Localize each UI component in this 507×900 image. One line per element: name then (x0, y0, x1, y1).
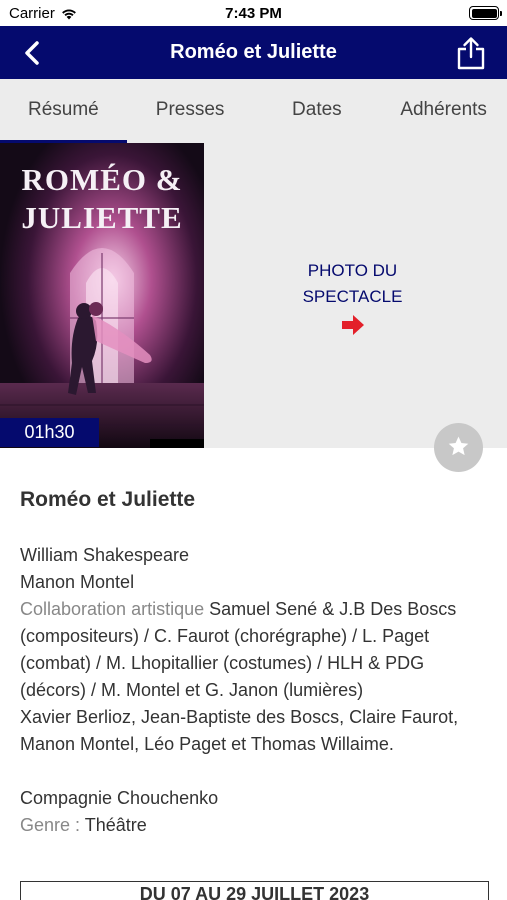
genre-value: Théâtre (84, 815, 147, 835)
tab-dates[interactable]: Dates (254, 79, 381, 143)
genre-label: Genre : (20, 815, 81, 835)
poster-title-line1: ROMÉO & (21, 162, 183, 197)
author: William Shakespeare (20, 545, 190, 565)
navigation-bar: Roméo et Juliette (0, 26, 507, 79)
hero-section: ROMÉO & JULIETTE PHOTO DU SPECTACLE (0, 143, 507, 448)
cast: Xavier Berlioz, Jean-Baptiste des Boscs,… (20, 707, 459, 754)
genre: Genre : Théâtre (20, 812, 490, 839)
dates-box[interactable]: DU 07 AU 29 JUILLET 2023 (20, 881, 489, 900)
poster-title-line2: JULIETTE (21, 200, 183, 235)
tab-adherents[interactable]: Adhérents (380, 79, 507, 143)
duration-badge: 01h30 (0, 418, 99, 447)
arrow-right-icon (341, 315, 364, 335)
show-photos-link[interactable]: PHOTO DU SPECTACLE (210, 258, 495, 336)
status-bar: Carrier 7:43 PM (0, 0, 507, 26)
collaboration: Collaboration artistique Samuel Sené & J… (20, 596, 490, 704)
show-poster[interactable]: ROMÉO & JULIETTE (0, 143, 204, 448)
photo-link-line1: PHOTO DU (307, 261, 398, 280)
photo-link-line2: SPECTACLE (302, 287, 403, 306)
show-title: Roméo et Juliette (20, 488, 196, 511)
tab-resume[interactable]: Résumé (0, 79, 127, 143)
favorite-button[interactable] (434, 423, 483, 472)
director: Manon Montel (20, 572, 135, 592)
tab-bar: Résumé Presses Dates Adhérents (0, 79, 507, 143)
battery-icon (469, 6, 502, 20)
company: Compagnie Chouchenko (20, 788, 219, 808)
show-details: Roméo et Juliette William Shakespeare Ma… (20, 486, 490, 839)
page-title: Roméo et Juliette (170, 41, 337, 63)
star-icon (448, 436, 469, 456)
clock: 7:43 PM (225, 5, 282, 22)
tab-presses[interactable]: Presses (127, 79, 254, 143)
collaboration-label: Collaboration artistique (20, 599, 205, 619)
share-icon[interactable] (455, 36, 487, 70)
poster-title: ROMÉO & JULIETTE (0, 161, 204, 237)
